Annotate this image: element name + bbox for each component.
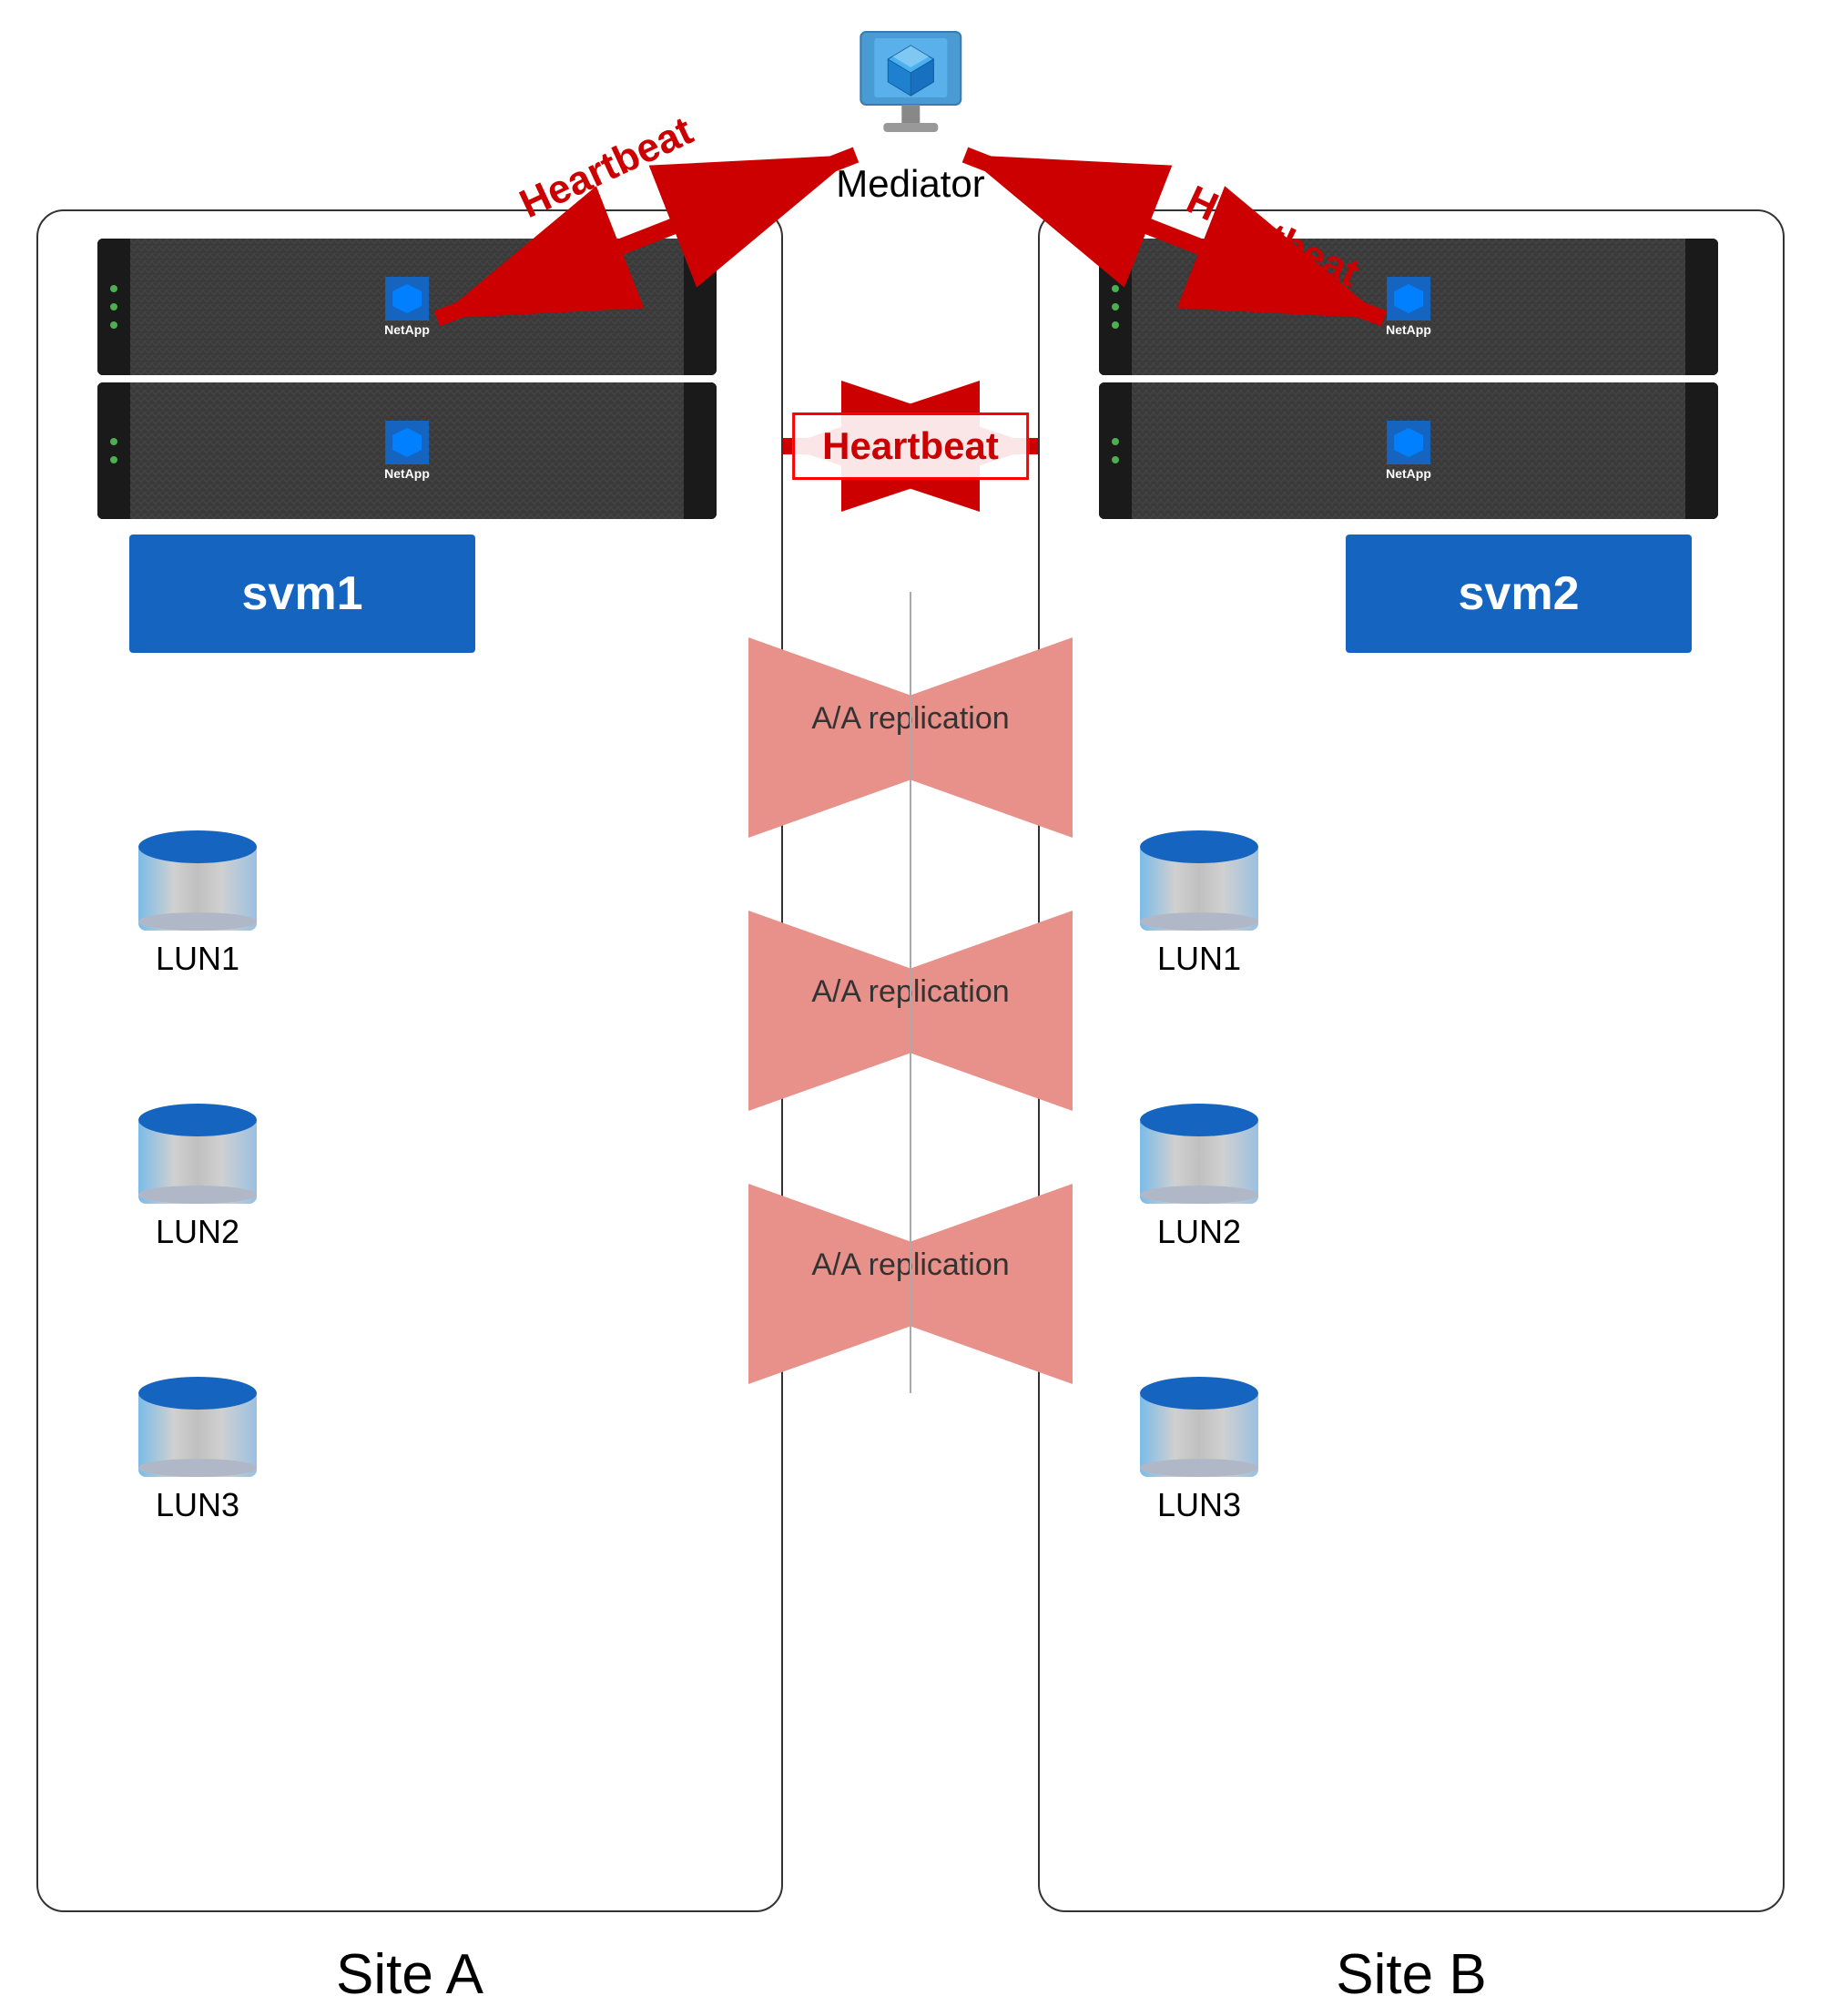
lun-left-1: LUN1 [138,830,257,978]
lun-right-1-label: LUN1 [1157,940,1241,978]
lun-right-1: LUN1 [1140,830,1258,978]
svm1-box: svm1 [129,535,475,653]
heartbeat-center-box: Heartbeat [792,412,1029,480]
main-diagram: Heartbeat Heartbeat A/A replication A/A … [0,0,1821,2016]
netapp-logo-left-bottom: NetApp [384,466,430,481]
svg-text:A/A replication: A/A replication [811,974,1009,1009]
netapp-logo-right-top: NetApp [1386,322,1431,337]
lun-right-2: LUN2 [1140,1104,1258,1251]
lun-right-3-label: LUN3 [1157,1486,1241,1524]
mediator-label: Mediator [836,162,984,206]
server-bottom-unit-right: NetApp [1099,382,1718,519]
lun-right-3: LUN3 [1140,1377,1258,1524]
server-top-unit-left: NetApp [97,239,717,375]
svm1-label: svm1 [242,566,363,621]
lun-left-1-label: LUN1 [156,940,239,978]
site-a-label: Site A [36,1942,783,2007]
heartbeat-center-label: Heartbeat [822,424,999,467]
lun-left-3-label: LUN3 [156,1486,239,1524]
server-bottom-unit-left: NetApp [97,382,717,519]
svm2-label: svm2 [1459,566,1580,621]
lun-right-2-label: LUN2 [1157,1213,1241,1251]
mediator-section: Mediator [836,27,984,206]
mediator-icon [851,27,970,155]
netapp-logo-right-bottom: NetApp [1386,466,1431,481]
svm2-box: svm2 [1346,535,1692,653]
server-top-unit-right: NetApp [1099,239,1718,375]
svg-text:A/A replication: A/A replication [811,1247,1009,1282]
lun-left-2: LUN2 [138,1104,257,1251]
lun-left-3: LUN3 [138,1377,257,1524]
svg-text:A/A replication: A/A replication [811,701,1009,736]
site-b-label: Site B [1038,1942,1785,2007]
site-b-box: NetApp NetApp svm2 Cluster2 [1038,209,1785,1912]
site-a-box: NetApp NetApp svm1 C [36,209,783,1912]
lun-left-2-label: LUN2 [156,1213,239,1251]
netapp-logo-left-top: NetApp [384,322,430,337]
